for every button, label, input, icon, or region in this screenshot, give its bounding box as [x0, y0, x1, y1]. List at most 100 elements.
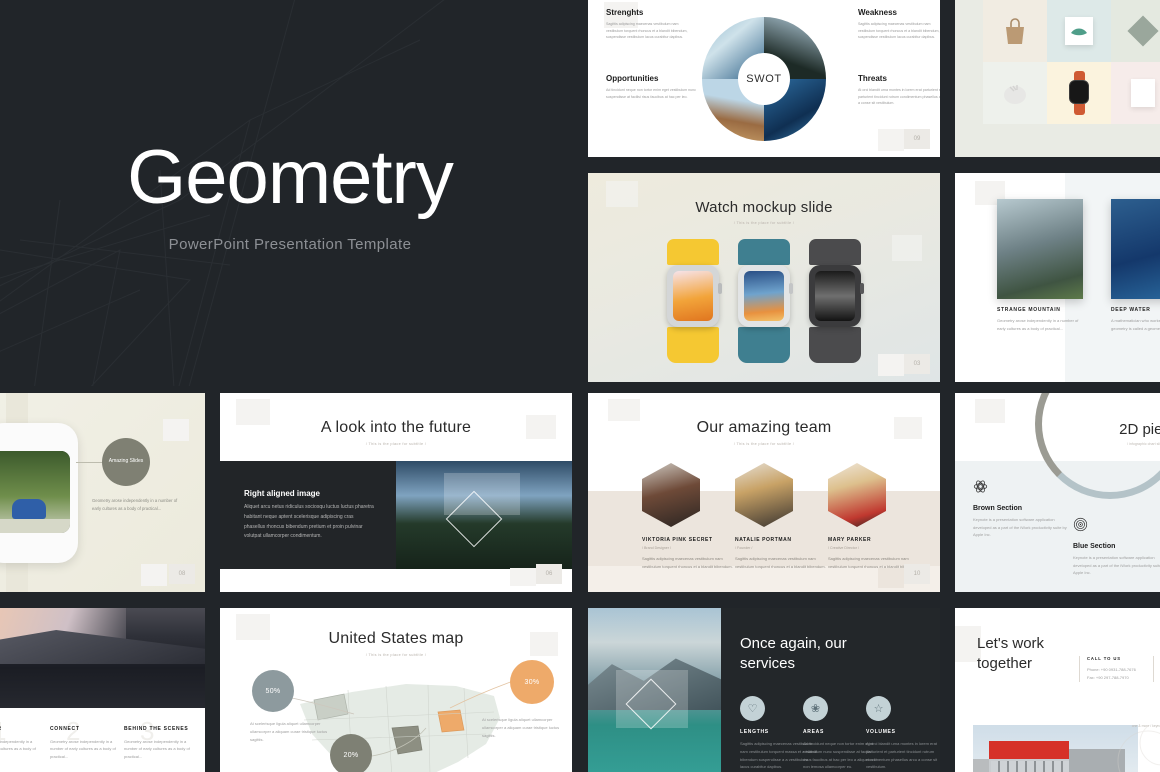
- ocean-column-connect: CONNECT Geometry arose independently in …: [50, 726, 124, 761]
- card-body: Geometry arose independently in a number…: [997, 318, 1079, 331]
- hero-section: Geometry PowerPoint Presentation Templat…: [0, 0, 580, 386]
- contact-block-write: WRITE TO US hello@geometry.com support@g…: [1153, 656, 1160, 682]
- decorative-square: [141, 564, 167, 586]
- watch-mockup-teal: [738, 239, 793, 363]
- template-preview-stage: Geometry PowerPoint Presentation Templat…: [0, 0, 1160, 772]
- slide-card-united-states-map[interactable]: United States map / This is the place fo…: [220, 608, 572, 772]
- watch-mockup-yellow: [667, 239, 722, 363]
- service-body: At orci blandit urna montes in lorem era…: [866, 741, 938, 770]
- page-subtitle: PowerPoint Presentation Template: [168, 236, 412, 253]
- slide-subtitle: / This is the place for subtitle /: [365, 442, 427, 446]
- column-title: BEHIND THE SCENES: [124, 726, 189, 732]
- slide-subtitle: / This is the place for subtitle /: [733, 221, 795, 225]
- avatar: [642, 463, 700, 527]
- swot-quadrant-weakness: Weakness Sagittis adipiscing maecenas ve…: [858, 8, 940, 41]
- slide-card-lets-work-together[interactable]: Let's work together CALL TO US Phone: +9…: [955, 608, 1160, 772]
- slide-subtitle: / infographic chart slide /: [1127, 442, 1160, 446]
- slide-title: Watch mockup slide: [695, 199, 833, 216]
- team-member-card[interactable]: NATALIE PORTMAN / Founder / Sagittis adi…: [735, 463, 831, 570]
- column-body: Geometry arose independently in a number…: [50, 738, 116, 760]
- slide-card-image-cards[interactable]: STRANGE MOUNTAIN Geometry arose independ…: [955, 173, 1160, 382]
- product-tile-paper-card: [1111, 62, 1160, 124]
- watch-screen-photo: [0, 451, 70, 533]
- map-bubble-20: 20%: [330, 734, 372, 772]
- slide-card-pie-chart[interactable]: 2D pie chart / infographic chart slide /…: [955, 393, 1160, 592]
- map-note-right: At scelerisque ligula aliquet ullamcorpe…: [482, 717, 560, 738]
- connector-line: [76, 462, 104, 463]
- swot-label: Weakness: [858, 8, 897, 17]
- panel-body: Aliquet arcu netus ridiculus sociosqu lu…: [244, 504, 374, 540]
- slide-card-product-grid[interactable]: [955, 0, 1160, 157]
- heart-icon: ♡: [740, 696, 765, 721]
- slide-title: Our amazing team: [696, 419, 832, 436]
- service-item-volumes: ☆ VOLUMES At orci blandit urna montes in…: [866, 696, 940, 771]
- section-body: Keynote is a presentation software appli…: [1073, 555, 1160, 576]
- image-card-strange-mountain[interactable]: STRANGE MOUNTAIN Geometry arose independ…: [997, 199, 1083, 332]
- watch-mockup-black: [809, 239, 864, 363]
- page-number: 10: [904, 564, 930, 584]
- decorative-square: [878, 354, 904, 376]
- service-title: VOLUMES: [866, 729, 896, 735]
- ocean-column-behind-scenes: BEHIND THE SCENES Geometry arose indepen…: [124, 726, 198, 761]
- section-body: Keynote is a presentation software appli…: [973, 517, 1067, 538]
- team-member-card[interactable]: VIKTORIA PINK SECRET / Brand Designer / …: [642, 463, 738, 570]
- member-name: VIKTORIA PINK SECRET: [642, 537, 713, 543]
- column-title: CONNECT: [50, 726, 80, 732]
- decorative-circles-icon: [1117, 725, 1160, 772]
- slide-card-amazing-slides[interactable]: Amazing Slides Geometry arose independen…: [0, 393, 205, 592]
- future-photo: [396, 461, 572, 569]
- slide-card-our-team[interactable]: Our amazing team / This is the place for…: [588, 393, 940, 592]
- swot-body: Sagittis adipiscing maecenas vestibulum …: [606, 22, 688, 40]
- ocean-column-discover: DISCOVER Geometry arose independently in…: [0, 726, 44, 761]
- tote-bag-icon: [1006, 18, 1024, 44]
- swot-quadrant-threats: Threats At orci blandit urna montes in l…: [858, 74, 940, 107]
- slide-card-swot[interactable]: Strenghts Sagittis adipiscing maecenas v…: [588, 0, 940, 157]
- swot-label: Strenghts: [606, 8, 644, 17]
- swot-body: Sagittis adipiscing maecenas vestibulum …: [858, 22, 940, 40]
- slide-card-our-services[interactable]: Once again, our services ♡ LENGTHS Sagit…: [588, 608, 940, 772]
- slide-card-look-into-future[interactable]: A look into the future / This is the pla…: [220, 393, 572, 592]
- slide-title: Once again, our services: [740, 635, 847, 672]
- section-title: Blue Section: [1073, 543, 1116, 550]
- callout-bubble: Amazing Slides: [102, 438, 150, 486]
- page-number: 09: [904, 129, 930, 149]
- image-card-deep-water[interactable]: DEEP WATER A mathematician who works in …: [1111, 199, 1160, 332]
- map-bubble-30: 30%: [510, 660, 554, 704]
- swot-wheel-chart: SWOT: [702, 16, 826, 141]
- contact-heading: CALL TO US: [1087, 656, 1121, 661]
- slide-title: Let's work together: [977, 635, 1045, 673]
- member-name: MARY PARKER: [828, 537, 872, 543]
- member-role: / Creative Director /: [828, 546, 859, 550]
- decorative-square: [526, 415, 556, 439]
- member-bio: Sagittis adipiscing maecenas vestibulum …: [735, 556, 826, 569]
- page-title: Geometry: [127, 135, 454, 220]
- swot-body: Ad tincidunt neque non tortor enim eget …: [606, 88, 696, 99]
- section-title: Brown Section: [973, 505, 1023, 512]
- lake-photo: [588, 608, 721, 772]
- product-tile-framed-art: [1047, 0, 1111, 62]
- decorative-square: [608, 399, 640, 421]
- callout-body: Geometry arose independently in a number…: [92, 498, 178, 512]
- team-member-card[interactable]: MARY PARKER / Creative Director / Sagitt…: [828, 463, 924, 570]
- watch-mockup-row: [588, 239, 940, 363]
- contact-block-call: CALL TO US Phone: +90 0931-788-7676 Fax:…: [1079, 656, 1149, 682]
- map-bubble-50: 50%: [252, 670, 294, 712]
- decorative-square: [878, 129, 904, 151]
- page-number: 06: [536, 564, 562, 584]
- slide-card-watch-mockup[interactable]: Watch mockup slide / This is the place f…: [588, 173, 940, 382]
- slide-card-ocean-connect[interactable]: 1 2 3 DISCOVER Geometry arose independen…: [0, 608, 205, 772]
- card-body: A mathematician who works in the field o…: [1111, 318, 1160, 331]
- teapot-icon: [1004, 85, 1026, 104]
- card-title: STRANGE MOUNTAIN: [997, 307, 1061, 313]
- pie-section-blue: Blue Section Keynote is a presentation s…: [1073, 517, 1160, 577]
- leaf-art-icon: [1071, 28, 1087, 36]
- avatar: [735, 463, 793, 527]
- product-tile-teapot: [983, 62, 1047, 124]
- decorative-square: [510, 568, 536, 586]
- product-tile-tote-bag: [983, 0, 1047, 62]
- ocean-photo: [0, 608, 205, 708]
- future-text-panel: Right aligned image Aliquet arcu netus r…: [220, 461, 396, 569]
- page-number: 08: [169, 564, 195, 584]
- swot-quadrant-opportunities: Opportunities Ad tincidunt neque non tor…: [606, 74, 696, 100]
- product-tile-smart-watch: [1047, 62, 1111, 124]
